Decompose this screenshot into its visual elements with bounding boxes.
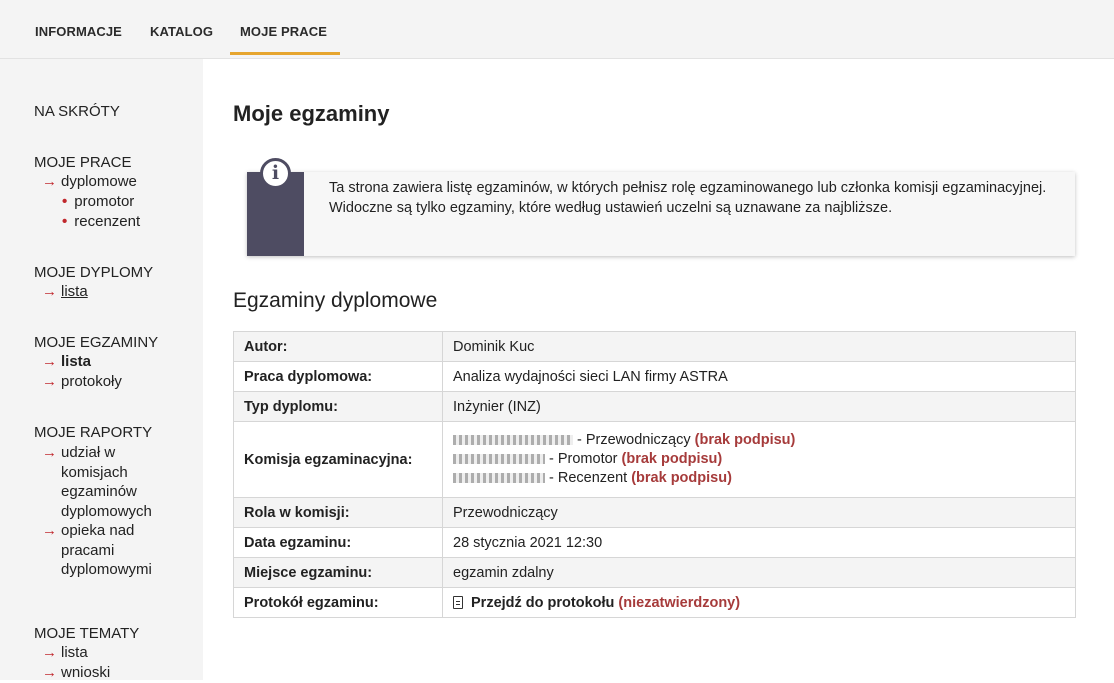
- table-row: Autor: Dominik Kuc: [233, 331, 1076, 362]
- sidebar-item-label: egzaminów: [61, 483, 137, 501]
- redacted-name: [453, 454, 545, 465]
- arrow-right-icon: →: [42, 522, 57, 539]
- sidebar-heading-moje-raporty: MOJE RAPORTY: [34, 424, 153, 441]
- active-tab-indicator: [230, 52, 340, 55]
- sidebar-item-recenzent[interactable]: • recenzent: [62, 212, 140, 232]
- info-text: Ta strona zawiera listę egzaminów, w któ…: [329, 180, 1047, 216]
- sidebar-item-label: protokoły: [61, 373, 122, 390]
- sidebar-item-label: lista: [61, 353, 92, 370]
- row-label: Rola w komisji:: [233, 497, 443, 528]
- sidebar-item-promotor[interactable]: • promotor: [62, 192, 134, 212]
- redacted-name: [453, 473, 545, 484]
- sidebar-item-tematy-lista[interactable]: → lista: [42, 643, 88, 663]
- row-label: Autor:: [233, 331, 443, 362]
- table-row: Praca dyplomowa: Analiza wydajności siec…: [233, 361, 1076, 392]
- committee-member: - Promotor (brak podpisu): [453, 450, 1065, 469]
- redacted-name: [453, 435, 573, 446]
- document-icon: [453, 595, 463, 609]
- sidebar-item-udzial-w-komisjach[interactable]: → udział w komisjach egzaminów dyplomowyc…: [42, 443, 152, 521]
- bullet-icon: •: [62, 193, 68, 210]
- signature-status: (brak podpisu): [631, 470, 732, 486]
- sidebar-item-dyplomowe[interactable]: → dyplomowe: [42, 172, 137, 192]
- sidebar-item-label: dyplomowymi: [61, 561, 152, 579]
- member-role: - Recenzent: [549, 470, 628, 486]
- author-value: Dominik Kuc: [442, 331, 1076, 362]
- committee-value: - Przewodniczący (brak podpisu) - Promot…: [442, 421, 1076, 498]
- sidebar-item-label: wnioski: [61, 664, 111, 681]
- nav-tab-moje-prace[interactable]: MOJE PRACE: [240, 24, 327, 39]
- sidebar-item-label: pracami: [61, 541, 115, 559]
- signature-status: (brak podpisu): [621, 451, 723, 467]
- sidebar-item-egzaminy-lista[interactable]: → lista: [42, 352, 91, 372]
- row-label: Miejsce egzaminu:: [233, 557, 443, 588]
- arrow-right-icon: →: [42, 644, 57, 661]
- arrow-right-icon: →: [42, 373, 57, 390]
- sidebar-item-protokoly[interactable]: → protokoły: [42, 372, 122, 392]
- table-row: Rola w komisji: Przewodniczący: [233, 497, 1076, 528]
- protocol-value: Przejdź do protokołu (niezatwierdzony): [442, 587, 1076, 618]
- arrow-right-icon: →: [42, 173, 57, 190]
- arrow-right-icon: →: [42, 664, 57, 681]
- protocol-status: (niezatwierdzony): [618, 594, 741, 611]
- table-row: Komisja egzaminacyjna: - Przewodniczący …: [233, 421, 1076, 498]
- protocol-link-label: Przejdź do protokołu: [471, 594, 615, 611]
- sidebar-item-label: promotor: [74, 193, 135, 210]
- sidebar-item-label: lista: [61, 283, 88, 300]
- sidebar-shortcuts-link[interactable]: NA SKRÓTY: [34, 102, 120, 122]
- row-label: Protokół egzaminu:: [233, 587, 443, 618]
- sidebar-item-label: lista: [61, 644, 88, 661]
- sidebar-item-label: recenzent: [74, 213, 141, 230]
- committee-role-value: Przewodniczący: [442, 497, 1076, 528]
- committee-member: - Recenzent (brak podpisu): [453, 469, 1065, 488]
- top-navigation: INFORMACJE KATALOG MOJE PRACE: [0, 0, 1114, 59]
- sidebar-item-opieka-nad-pracami[interactable]: → opieka nad pracami dyplomowymi: [42, 521, 152, 580]
- bullet-icon: •: [62, 213, 68, 230]
- exam-place-value: egzamin zdalny: [442, 557, 1076, 588]
- sidebar-heading-moje-dyplomy: MOJE DYPLOMY: [34, 264, 154, 281]
- info-box: i Ta strona zawiera listę egzaminów, w k…: [247, 158, 1075, 256]
- signature-status: (brak podpisu): [694, 432, 796, 448]
- section-title: Egzaminy dyplomowe: [233, 289, 438, 312]
- sidebar-heading-moje-egzaminy: MOJE EGZAMINY: [34, 334, 159, 351]
- nav-tab-katalog[interactable]: KATALOG: [150, 24, 213, 39]
- sidebar-item-dyplomy-lista[interactable]: → lista: [42, 282, 88, 302]
- sidebar-item-label: udział w: [61, 444, 116, 461]
- table-row: Miejsce egzaminu: egzamin zdalny: [233, 557, 1076, 588]
- sidebar-heading-moje-tematy: MOJE TEMATY: [34, 625, 140, 642]
- page-title: Moje egzaminy: [233, 101, 390, 126]
- arrow-right-icon: →: [42, 444, 57, 461]
- sidebar-item-label: dyplomowe: [61, 173, 137, 190]
- row-label: Typ dyplomu:: [233, 391, 443, 422]
- exam-details-table: Autor: Dominik Kuc Praca dyplomowa: Anal…: [233, 331, 1076, 618]
- info-icon: i: [260, 158, 291, 189]
- table-row: Typ dyplomu: Inżynier (INZ): [233, 391, 1076, 422]
- sidebar-item-label: dyplomowych: [61, 502, 152, 520]
- arrow-right-icon: →: [42, 283, 57, 300]
- sidebar-item-wnioski[interactable]: → wnioski: [42, 663, 110, 683]
- nav-tab-informacje[interactable]: INFORMACJE: [35, 24, 122, 39]
- exam-date-value: 28 stycznia 2021 12:30: [442, 527, 1076, 558]
- diploma-type-value: Inżynier (INZ): [442, 391, 1076, 422]
- row-label: Praca dyplomowa:: [233, 361, 443, 392]
- row-label: Data egzaminu:: [233, 527, 443, 558]
- arrow-right-icon: →: [42, 353, 57, 370]
- sidebar-item-label: komisjach: [61, 463, 128, 481]
- sidebar-item-label: opieka nad: [61, 522, 135, 539]
- table-row: Protokół egzaminu: Przejdź do protokołu …: [233, 587, 1076, 618]
- member-role: - Przewodniczący: [577, 432, 691, 448]
- table-row: Data egzaminu: 28 stycznia 2021 12:30: [233, 527, 1076, 558]
- sidebar-heading-moje-prace: MOJE PRACE: [34, 154, 132, 171]
- committee-member: - Przewodniczący (brak podpisu): [453, 431, 1065, 450]
- thesis-title-value: Analiza wydajności sieci LAN firmy ASTRA: [442, 361, 1076, 392]
- row-label: Komisja egzaminacyjna:: [233, 421, 443, 498]
- protocol-link[interactable]: Przejdź do protokołu: [453, 595, 614, 611]
- member-role: - Promotor: [549, 451, 618, 467]
- sidebar: NA SKRÓTY MOJE PRACE → dyplomowe • promoto…: [0, 59, 203, 683]
